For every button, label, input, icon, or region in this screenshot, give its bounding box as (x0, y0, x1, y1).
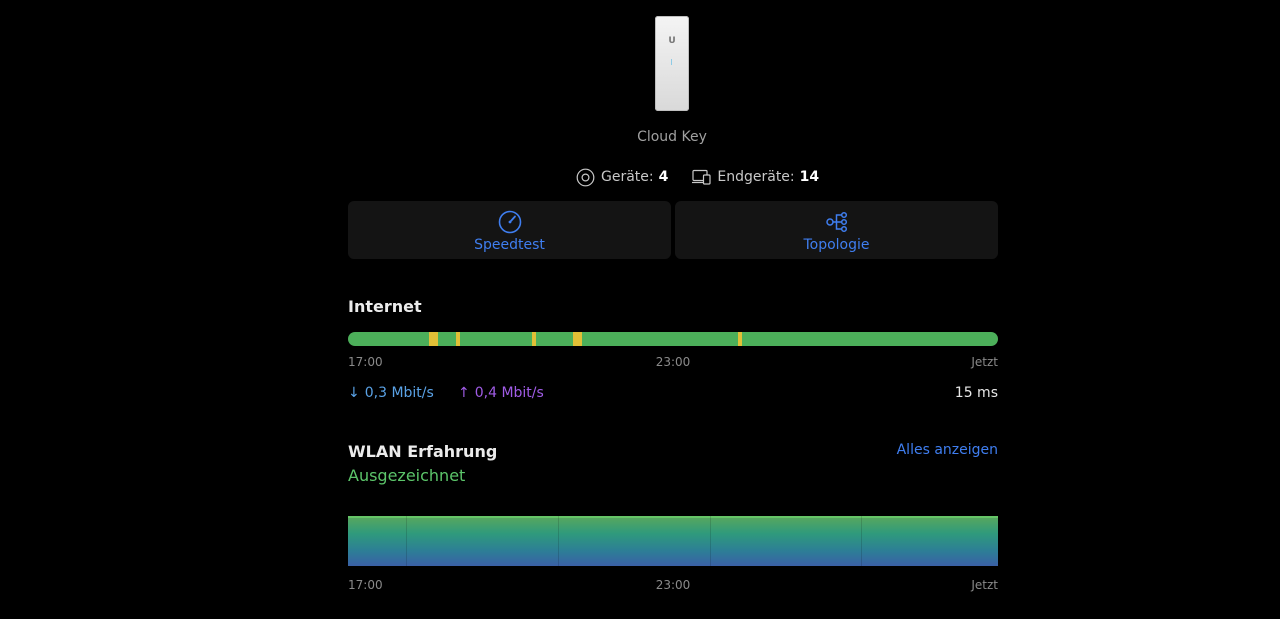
wlan-status: Ausgezeichnet (348, 466, 466, 485)
speedtest-button[interactable]: Speedtest (348, 201, 671, 259)
upload-rate-value: 0,4 Mbit/s (474, 385, 544, 401)
view-all-link[interactable]: Alles anzeigen (897, 442, 998, 458)
status-led (671, 59, 672, 65)
chart-gridline (406, 516, 407, 566)
download-rate: ↓ 0,3 Mbit/s (348, 385, 434, 401)
device-ring-icon (576, 168, 595, 186)
internet-tick-end: Jetzt (971, 355, 998, 369)
client-devices-icon (692, 169, 711, 185)
speedtest-label: Speedtest (474, 237, 545, 253)
speedometer-icon (498, 210, 521, 234)
wlan-tick-mid: 23:00 (655, 578, 691, 592)
clients-count-label: Endgeräte: (717, 169, 795, 185)
uptime-warning-marker (738, 332, 742, 346)
latency-value: 15 ms (954, 385, 998, 401)
chart-gridline (861, 516, 862, 566)
uptime-warning-marker (532, 332, 536, 346)
upload-rate: ↑ 0,4 Mbit/s (458, 385, 544, 401)
ubiquiti-logo: U (668, 36, 676, 46)
wlan-title: WLAN Erfahrung (348, 442, 498, 461)
chart-gridline (710, 516, 711, 566)
topology-button[interactable]: Topologie (675, 201, 998, 259)
chart-gridline (558, 516, 559, 566)
internet-tick-start: 17:00 (348, 355, 383, 369)
wlan-tick-start: 17:00 (348, 578, 383, 592)
down-arrow-icon: ↓ (348, 385, 360, 401)
uptime-warning-marker (456, 332, 460, 346)
topology-label: Topologie (803, 237, 870, 253)
topology-icon (825, 211, 847, 233)
uptime-warning-marker (429, 332, 438, 346)
devices-count-label: Geräte: (601, 169, 654, 185)
up-arrow-icon: ↑ (458, 385, 470, 401)
dashboard: U Cloud Key Geräte: 4 Endgeräte: 14 Spee… (0, 0, 1280, 619)
device-counts: Geräte: 4 Endgeräte: 14 (576, 167, 819, 187)
wlan-experience-line (348, 516, 998, 518)
clients-count-value: 14 (799, 169, 820, 185)
download-rate-value: 0,3 Mbit/s (364, 385, 434, 401)
wlan-tick-end: Jetzt (971, 578, 998, 592)
internet-uptime-bar[interactable] (348, 332, 998, 346)
wlan-experience-chart[interactable] (348, 516, 998, 566)
uptime-warning-marker (573, 332, 582, 346)
internet-tick-mid: 23:00 (655, 355, 691, 369)
internet-title: Internet (348, 297, 422, 316)
device-name: Cloud Key (637, 129, 707, 145)
cloud-key-device-icon: U (655, 16, 689, 111)
devices-count-value: 4 (658, 169, 669, 185)
clients-count[interactable]: Endgeräte: 14 (692, 169, 819, 185)
devices-count[interactable]: Geräte: 4 (576, 168, 668, 187)
